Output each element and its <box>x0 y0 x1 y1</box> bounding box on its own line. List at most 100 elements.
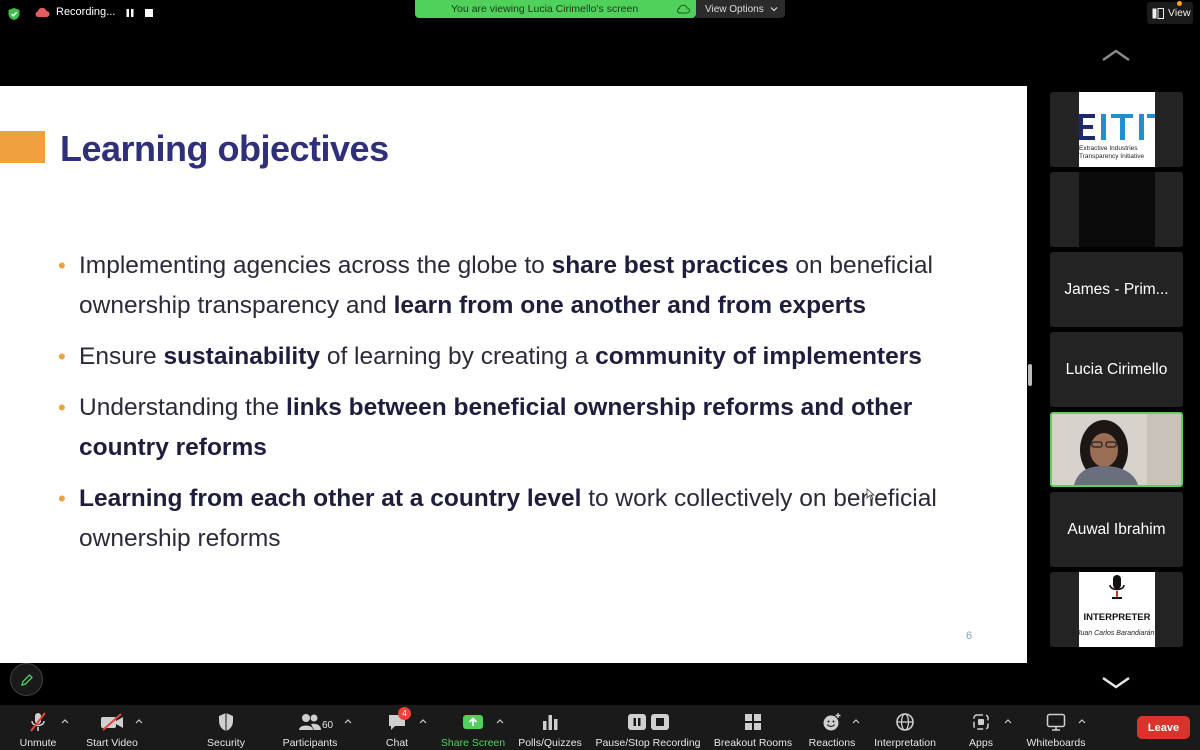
polls-quizzes-button[interactable]: Polls/Quizzes <box>517 705 583 750</box>
shared-screen-slide: Learning objectives Implementing agencie… <box>0 86 1027 663</box>
pause-recording-icon[interactable] <box>125 8 135 18</box>
bullet-text: of learning by creating a <box>320 343 596 370</box>
video-options-caret-icon[interactable] <box>135 718 143 724</box>
reactions-button[interactable]: Reactions <box>808 705 856 750</box>
bar-chart-icon <box>543 715 558 730</box>
bullet-emphasis: sustainability <box>163 343 321 370</box>
whiteboards-caret-icon[interactable] <box>1078 718 1086 724</box>
share-screen-icon <box>463 715 483 729</box>
pause-stop-recording-icon <box>628 714 669 730</box>
bullet-text: Ensure <box>79 343 164 370</box>
chat-label: Chat <box>385 737 409 749</box>
meeting-toolbar: Unmute Start Video Security Participants… <box>0 705 1200 750</box>
participant-tile-lucia[interactable]: Lucia Cirimello <box>1050 332 1183 407</box>
unmute-button[interactable]: Unmute <box>14 705 62 750</box>
view-button[interactable]: View <box>1147 2 1193 24</box>
chevron-up-icon[interactable] <box>1100 47 1132 63</box>
recording-indicator[interactable]: Recording... <box>34 6 115 18</box>
audio-options-caret-icon[interactable] <box>61 718 69 724</box>
bullet-text: Understanding the <box>79 394 287 421</box>
objective-bullet: Understanding the links between benefici… <box>58 388 988 468</box>
bullet-emphasis: community of implementers <box>595 343 922 370</box>
participant-name: James - Prim... <box>1064 280 1169 298</box>
recording-label: Recording... <box>56 6 116 18</box>
notification-dot <box>1177 1 1182 6</box>
participant-tile-blank[interactable] <box>1050 172 1183 247</box>
breakout-rooms-icon <box>745 714 761 730</box>
view-options-button[interactable]: View Options <box>696 0 785 18</box>
polls-quizzes-label: Polls/Quizzes <box>518 737 582 749</box>
annotate-button[interactable] <box>10 663 43 696</box>
pencil-icon <box>20 673 33 686</box>
interpretation-button[interactable]: Interpretation <box>872 705 938 750</box>
apps-label: Apps <box>969 737 993 749</box>
view-options-label: View Options <box>705 3 764 15</box>
start-video-button[interactable]: Start Video <box>84 705 140 750</box>
apps-button[interactable]: Apps <box>963 705 999 750</box>
stop-recording-icon[interactable] <box>144 8 154 18</box>
whiteboards-button[interactable]: Whiteboards <box>1024 705 1088 750</box>
participants-count: 60 <box>322 720 334 731</box>
slide-title: Learning objectives <box>60 128 389 169</box>
security-button[interactable]: Security <box>204 705 248 750</box>
video-off-icon <box>101 713 123 731</box>
whiteboard-icon <box>1046 713 1066 731</box>
reactions-label: Reactions <box>808 737 856 749</box>
participant-tile-auwal[interactable]: Auwal Ibrahim <box>1050 492 1183 567</box>
banner-text: You are viewing Lucia Cirimello's screen <box>451 3 639 15</box>
unmute-label: Unmute <box>19 737 57 749</box>
participant-name: Lucia Cirimello <box>1065 360 1168 378</box>
chat-caret-icon[interactable] <box>419 718 427 724</box>
pause-stop-recording-button[interactable]: Pause/Stop Recording <box>594 705 702 750</box>
interpreter-card: INTERPRETER Juan Carlos Barandiarán <box>1077 572 1155 647</box>
interpreter-name: Juan Carlos Barandiarán <box>1077 630 1155 637</box>
apps-icon <box>973 714 989 730</box>
panel-resize-handle[interactable] <box>1028 364 1032 386</box>
share-screen-label: Share Screen <box>440 737 506 749</box>
start-video-label: Start Video <box>86 737 138 749</box>
shield-icon[interactable] <box>7 7 21 21</box>
participants-icon <box>299 714 321 730</box>
viewing-screen-banner: You are viewing Lucia Cirimello's screen <box>415 0 696 18</box>
breakout-rooms-button[interactable]: Breakout Rooms <box>713 705 793 750</box>
participant-video-feed <box>1052 414 1181 485</box>
share-screen-caret-icon[interactable] <box>496 718 504 724</box>
eiti-line-2: Transparency Initiative <box>1079 153 1145 160</box>
microphone-icon <box>1109 575 1125 599</box>
smiley-plus-icon <box>823 713 841 731</box>
participant-tile-eiti[interactable]: Extractive Industries Transparency Initi… <box>1050 92 1183 167</box>
participant-tile-james[interactable]: James - Prim... <box>1050 252 1183 327</box>
participant-tile-interpreter[interactable]: INTERPRETER Juan Carlos Barandiarán <box>1050 572 1183 647</box>
participant-tile-active-speaker[interactable] <box>1050 412 1183 487</box>
share-screen-button[interactable]: Share Screen <box>440 705 506 750</box>
chat-unread-badge: 4 <box>398 707 411 720</box>
eiti-line-1: Extractive Industries <box>1079 145 1138 152</box>
security-label: Security <box>207 737 245 749</box>
bullet-emphasis: learn from one another and from experts <box>393 292 867 319</box>
bullet-emphasis: share best practices <box>551 252 789 279</box>
layout-icon <box>1152 7 1164 19</box>
eiti-logo: Extractive Industries Transparency Initi… <box>1079 92 1155 167</box>
bullet-emphasis: Learning from each other at a country le… <box>79 485 582 512</box>
muted-microphone-icon <box>30 712 46 732</box>
apps-caret-icon[interactable] <box>1004 718 1012 724</box>
cloud-recording-icon <box>35 7 50 17</box>
breakout-rooms-label: Breakout Rooms <box>713 737 793 749</box>
cloud-icon <box>677 4 690 14</box>
pause-stop-recording-label: Pause/Stop Recording <box>595 737 701 749</box>
security-shield-icon <box>219 713 233 731</box>
leave-button[interactable]: Leave <box>1137 716 1190 739</box>
chevron-down-icon[interactable] <box>1100 675 1132 691</box>
mouse-cursor-icon <box>866 488 875 500</box>
slide-page-number: 6 <box>966 630 973 642</box>
objective-bullet: Learning from each other at a country le… <box>58 479 988 559</box>
reactions-caret-icon[interactable] <box>852 718 860 724</box>
interpretation-label: Interpretation <box>874 737 936 749</box>
chat-button[interactable]: 4 Chat <box>378 705 416 750</box>
interpreter-label: INTERPRETER <box>1083 612 1151 623</box>
objectives-list: Implementing agencies across the globe t… <box>58 246 988 570</box>
title-accent-bar <box>0 131 45 163</box>
globe-icon <box>896 713 914 731</box>
participants-caret-icon[interactable] <box>344 718 352 724</box>
participant-name: Auwal Ibrahim <box>1067 520 1166 538</box>
